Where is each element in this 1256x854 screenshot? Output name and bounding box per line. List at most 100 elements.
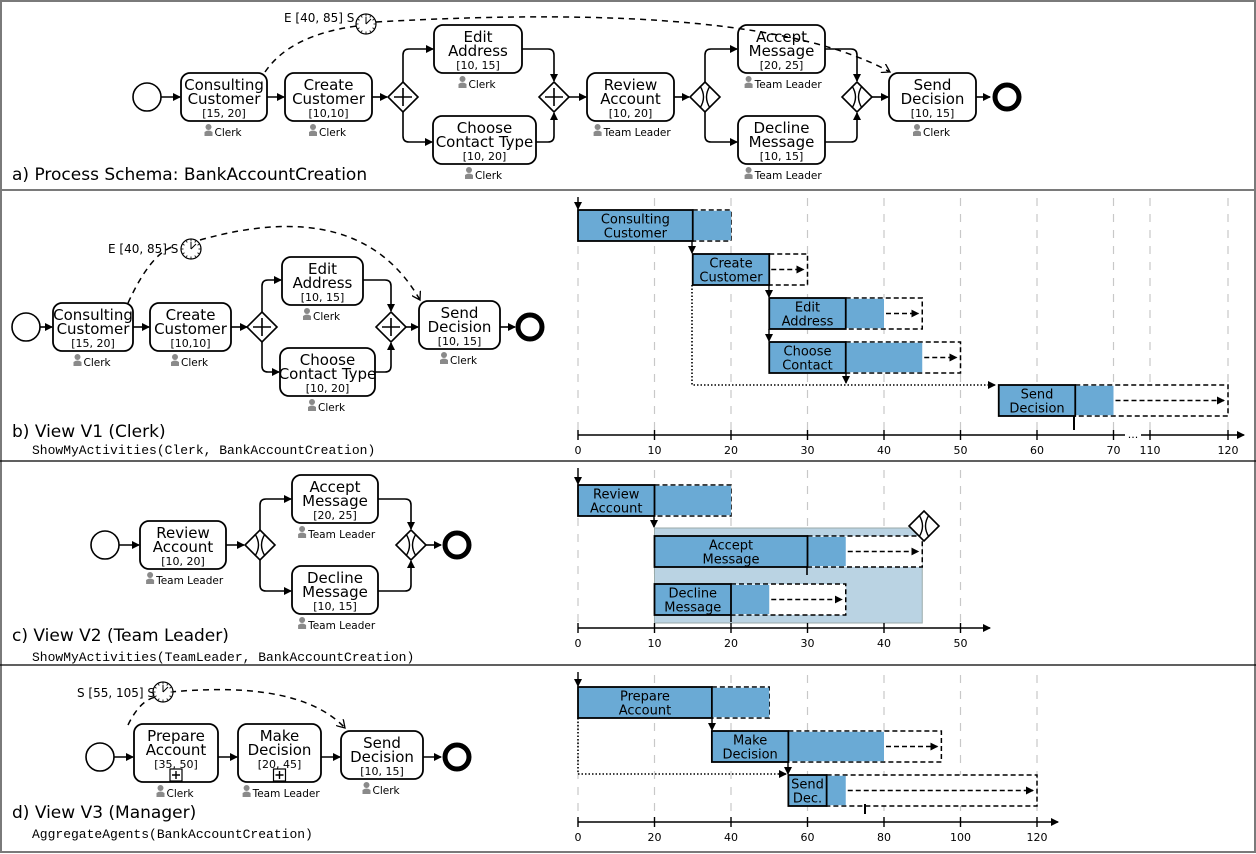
agent-body <box>744 173 753 179</box>
bar-label-line1: Edit <box>795 301 820 316</box>
task-agent: Clerk <box>84 357 112 369</box>
task-duration: [10, 15] <box>438 335 482 348</box>
task-choose: ChooseContact Type[10, 20]Clerk <box>279 347 376 414</box>
bar-label-line1: Send <box>791 778 824 793</box>
agent-body <box>242 791 251 797</box>
start-event-icon <box>85 742 115 772</box>
x-tick-label: 20 <box>724 637 738 650</box>
end-event-icon <box>442 530 472 560</box>
bar-label-line1: Consulting <box>601 213 670 228</box>
bar-label-line1: Make <box>733 734 767 749</box>
task-agent: Clerk <box>313 311 341 323</box>
task-name-line2: Customer <box>188 90 262 108</box>
agent-icon <box>146 572 155 584</box>
agent-head <box>310 124 316 130</box>
x-tick-label: 0 <box>575 637 582 650</box>
task-agent: Clerk <box>318 402 346 414</box>
x-tick-label: 30 <box>801 444 815 457</box>
task-duration: [10, 15] <box>760 150 804 163</box>
agent-body <box>913 130 921 136</box>
function-call: ShowMyActivities(TeamLeader, BankAccount… <box>32 650 414 665</box>
bar-label-line2: Customer <box>699 271 763 286</box>
time-constraint-edge <box>264 25 358 73</box>
figure-canvas: ConsultingCustomer[15, 20]ClerkCreateCus… <box>0 0 1256 853</box>
agent-icon <box>913 124 921 136</box>
bar-label-line1: Create <box>709 257 752 272</box>
start-event-icon <box>11 312 41 342</box>
task-name-line2: Address <box>293 274 353 292</box>
sequence-flow <box>402 45 434 82</box>
task-name-line2: Account <box>153 538 214 556</box>
function-call: AggregateAgents(BankAccountCreation) <box>32 827 313 842</box>
agent-head <box>466 167 472 173</box>
task-name-line2: Contact Type <box>436 133 534 151</box>
gantt-bar: DeclineMessage <box>653 583 847 616</box>
sequence-flow <box>259 495 292 530</box>
bar-label-line2: Address <box>782 315 834 330</box>
max-duration-segment <box>1075 385 1114 416</box>
panel-c-view-team-leader: ReviewAccount[10, 20]Team LeaderAcceptMe… <box>12 474 472 665</box>
agent-head <box>299 617 306 623</box>
panel-caption: d) View V3 (Manager) <box>12 803 196 823</box>
parallel-gateway-icon <box>537 80 571 114</box>
sequence-flow <box>402 112 433 146</box>
gantt-bar: SendDec. <box>787 774 1038 807</box>
sequence-flow <box>704 112 738 146</box>
gantt-bar: ConsultingCustomer <box>577 209 732 242</box>
task-name-line2: Customer <box>292 90 366 108</box>
x-tick-label: 30 <box>801 637 815 650</box>
task-name-line2: Decision <box>248 741 312 759</box>
task-name-line2: Message <box>302 492 368 510</box>
task-name-line2: Message <box>749 133 815 151</box>
agent-body <box>156 791 165 797</box>
agent-icon <box>440 352 448 364</box>
task-duration: [10, 20] <box>161 555 205 568</box>
task-agent: Team Leader <box>307 529 376 541</box>
task-agent: Team Leader <box>754 170 823 182</box>
sequence-flow <box>261 276 282 312</box>
gantt-bar: EditAddress <box>768 297 923 330</box>
task-agent: Clerk <box>373 785 401 797</box>
task-agent: Clerk <box>923 127 951 139</box>
gateway-diamond <box>243 528 277 562</box>
x-tick-label: 10 <box>648 444 662 457</box>
panel-d-view-manager: PrepareAccount[35, 50]ClerkMakeDecision[… <box>12 681 472 842</box>
agent-body <box>298 623 307 629</box>
agent-head <box>172 354 178 360</box>
x-tick-label: 110 <box>1140 444 1161 457</box>
task-agent: Team Leader <box>754 79 823 91</box>
xor-gateway-icon <box>394 528 428 562</box>
agent-body <box>73 360 82 366</box>
panel-caption: b) View V1 (Clerk) <box>12 422 166 442</box>
bar-label-line1: Choose <box>784 345 832 360</box>
sequence-flow <box>375 342 395 373</box>
max-duration-segment <box>731 584 770 615</box>
x-tick-label: 60 <box>1030 444 1044 457</box>
agent-head <box>914 124 920 130</box>
agent-icon <box>744 167 753 179</box>
task-accept: AcceptMessage[20, 25]Team Leader <box>737 24 826 91</box>
gateway-diamond <box>688 80 722 114</box>
max-duration-segment <box>845 342 923 373</box>
agent-icon <box>242 785 251 797</box>
agent-icon <box>298 526 307 538</box>
agent-head <box>157 785 164 791</box>
bar-label-line2: Customer <box>604 227 668 242</box>
task-name-line2: Message <box>749 42 815 60</box>
time-constraint-label: E [40, 85] S <box>108 242 178 256</box>
x-tick-label: 40 <box>724 831 738 844</box>
task-decline: DeclineMessage[10, 15]Team Leader <box>291 565 379 632</box>
agent-icon <box>303 308 311 320</box>
gantt-chart-1: ReviewAccountAcceptMessageDeclineMessage… <box>574 468 991 650</box>
agent-body <box>744 82 753 88</box>
agent-head <box>299 526 306 532</box>
agent-icon <box>465 167 473 179</box>
start-event-icon <box>132 82 162 112</box>
task-prepare: PrepareAccount[35, 50]Clerk <box>133 723 219 800</box>
agent-body <box>309 130 317 136</box>
task-agent: Clerk <box>215 127 243 139</box>
task-choose: ChooseContact Type[10, 20]Clerk <box>432 115 537 182</box>
agent-head <box>205 124 212 130</box>
task-make: MakeDecision[20, 45]Team Leader <box>237 723 322 800</box>
x-tick-label: 0 <box>575 831 582 844</box>
